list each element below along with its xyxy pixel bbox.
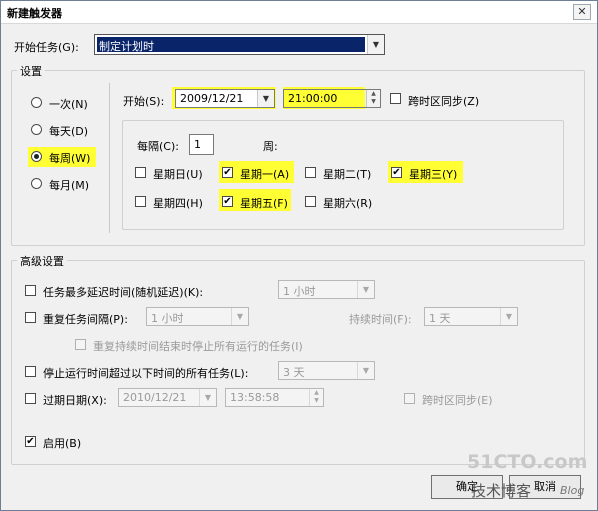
every-label: 每隔(C):: [137, 140, 179, 153]
stop-at-end-checkbox[interactable]: [75, 339, 86, 350]
check-icon: ✔: [222, 196, 233, 207]
duration-label: 持续时间(F):: [349, 313, 412, 326]
expire-sync-checkbox[interactable]: [404, 393, 415, 404]
spin-up-icon: ▲: [314, 389, 319, 396]
start-time-input[interactable]: 21:00:00 ▲ ▼: [283, 89, 381, 108]
delay-checkbox[interactable]: [25, 285, 36, 296]
close-button[interactable]: ✕: [573, 4, 591, 20]
sync-timezone-label: 跨时区同步(Z): [408, 95, 480, 108]
every-value: 1: [194, 138, 201, 151]
sync-timezone-checkbox[interactable]: [390, 93, 401, 104]
duration-select[interactable]: 1 天 ▼: [424, 307, 518, 326]
expire-label: 过期日期(X):: [43, 394, 107, 407]
chevron-down-icon: ▼: [199, 389, 216, 406]
weeks-label: 周:: [263, 140, 278, 153]
delay-label: 任务最多延迟时间(随机延迟)(K):: [43, 286, 204, 299]
stop-at-end-label: 重复持续时间结束时停止所有运行的任务(I): [93, 340, 303, 353]
chevron-down-icon: ▼: [357, 362, 374, 379]
stop-longer-value: 3 天: [283, 366, 305, 379]
start-date-picker[interactable]: 2009/12/21 ▼: [175, 89, 275, 108]
enabled-label: 启用(B): [43, 437, 82, 450]
delay-value: 1 小时: [283, 285, 316, 298]
expire-time-spinner[interactable]: ▲ ▼: [309, 389, 323, 406]
expire-time-input[interactable]: 13:58:58 ▲ ▼: [225, 388, 324, 407]
repeat-select[interactable]: 1 小时 ▼: [146, 307, 249, 326]
repeat-label: 重复任务间隔(P):: [43, 313, 128, 326]
close-icon: ✕: [577, 5, 587, 18]
duration-value: 1 天: [429, 312, 451, 325]
watermark-site: 51CTO.com: [467, 451, 588, 473]
start-date-value: 2009/12/21: [180, 92, 244, 105]
title-bar: 新建触发器 ✕: [1, 1, 597, 24]
expire-date-picker[interactable]: 2010/12/21 ▼: [118, 388, 217, 407]
new-trigger-dialog: 新建触发器 ✕ 开始任务(G): 制定计划时 ▼ 设置 一次(N) 每天(D) …: [0, 0, 598, 511]
repeat-checkbox[interactable]: [25, 312, 36, 323]
start-label: 开始(S):: [123, 95, 165, 108]
expire-date-value: 2010/12/21: [123, 391, 187, 404]
start-time-spinner[interactable]: ▲ ▼: [366, 90, 380, 107]
start-task-label: 开始任务(G):: [14, 41, 79, 54]
expire-time-value: 13:58:58: [230, 391, 280, 404]
stop-longer-select[interactable]: 3 天 ▼: [278, 361, 375, 380]
chevron-down-icon: ▼: [357, 281, 374, 298]
start-task-value: 制定计划时: [99, 40, 154, 53]
expire-checkbox[interactable]: [25, 393, 36, 404]
advanced-group-title: 高级设置: [17, 253, 67, 269]
spin-up-icon: ▲: [371, 90, 376, 97]
chevron-down-icon: ▼: [500, 308, 517, 325]
chevron-down-icon: ▼: [367, 35, 384, 54]
settings-group-title: 设置: [17, 63, 45, 79]
repeat-value: 1 小时: [151, 312, 184, 325]
check-icon[interactable]: ✔: [25, 436, 36, 447]
start-task-select[interactable]: 制定计划时 ▼: [94, 34, 385, 55]
expire-sync-label: 跨时区同步(E): [422, 394, 493, 407]
start-time-value: 21:00:00: [288, 92, 338, 105]
stop-longer-checkbox[interactable]: [25, 366, 36, 377]
chevron-down-icon: ▼: [231, 308, 248, 325]
stop-longer-label: 停止运行时间超过以下时间的所有任务(L):: [43, 367, 249, 380]
watermark-sub: 技术博客: [471, 482, 532, 500]
divider: [109, 83, 110, 233]
delay-select[interactable]: 1 小时 ▼: [278, 280, 375, 299]
check-icon: ✔: [391, 167, 402, 178]
watermark-blog: Blog: [560, 484, 585, 497]
spin-down-icon: ▼: [371, 98, 376, 105]
dialog-title: 新建触发器: [7, 7, 62, 20]
spin-down-icon: ▼: [314, 397, 319, 404]
every-input[interactable]: 1: [189, 134, 214, 155]
check-icon: ✔: [222, 167, 233, 178]
chevron-down-icon: ▼: [257, 90, 274, 107]
